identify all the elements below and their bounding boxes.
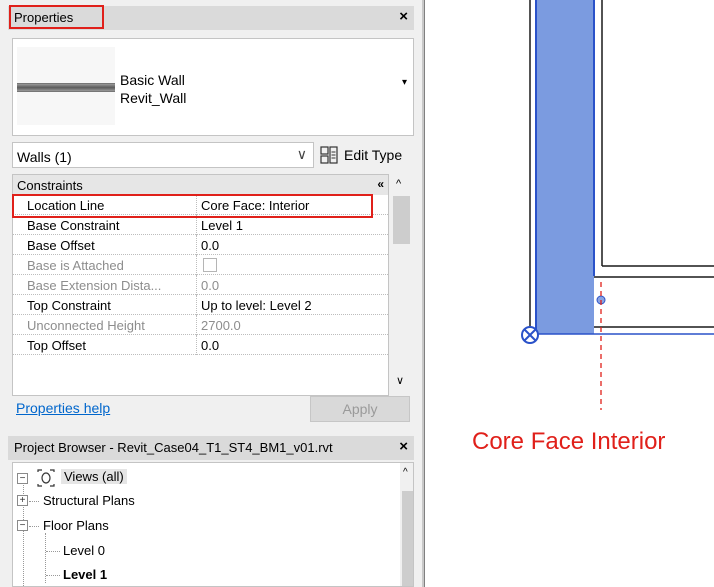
property-row-unconnected-height: Unconnected Height 2700.0 [13, 315, 388, 335]
property-key: Base Extension Dista... [27, 278, 162, 293]
edit-type-icon [320, 146, 338, 164]
scroll-thumb[interactable] [402, 491, 413, 586]
wall-join-marker-icon[interactable] [521, 326, 539, 344]
property-value[interactable]: 0.0 [201, 338, 219, 353]
group-label: Constraints [17, 178, 83, 193]
expand-toggle-icon[interactable]: + [17, 495, 28, 506]
panel-divider-line [424, 0, 425, 587]
tree-item-floor-plans[interactable]: Floor Plans [43, 518, 109, 533]
property-value[interactable]: Up to level: Level 2 [201, 298, 312, 313]
instance-filter-dropdown[interactable]: Walls (1) ∨ [12, 142, 314, 168]
scroll-up-icon[interactable]: ^ [396, 178, 401, 190]
tree-item-views-all[interactable]: Views (all) [61, 469, 127, 484]
tree-item-level-0[interactable]: Level 0 [63, 543, 105, 558]
tree-guide [46, 575, 60, 576]
instance-bar: Walls (1) ∨ Edit Type [12, 140, 414, 168]
property-value[interactable]: 0.0 [201, 238, 219, 253]
property-value: 2700.0 [201, 318, 241, 333]
views-icon [37, 469, 55, 487]
type-selector[interactable]: Basic Wall Revit_Wall ▾ [12, 38, 414, 136]
project-browser-scrollbar[interactable]: ^ [400, 463, 413, 586]
properties-help-link[interactable]: Properties help [16, 400, 110, 416]
wall-preview-band [17, 83, 115, 92]
property-key: Top Offset [27, 338, 87, 353]
apply-button[interactable]: Apply [310, 396, 410, 422]
tree-guide [46, 551, 60, 552]
core-face-caption: Core Face Interior [472, 428, 666, 455]
tree-guide [29, 501, 39, 502]
property-key: Base Constraint [27, 218, 120, 233]
collapse-toggle-icon[interactable]: − [17, 473, 28, 484]
project-browser-titlebar: Project Browser - Revit_Case04_T1_ST4_BM… [8, 436, 414, 460]
type-family: Basic Wall [120, 72, 185, 88]
type-name: Revit_Wall [120, 90, 187, 106]
edit-type-button[interactable]: Edit Type [320, 142, 414, 168]
property-value: 0.0 [201, 278, 220, 293]
property-key: Top Constraint [27, 298, 111, 313]
tree-guide [29, 526, 39, 527]
project-browser-title: Project Browser - Revit_Case04_T1_ST4_BM… [14, 440, 333, 455]
collapse-icon[interactable]: « [377, 177, 384, 191]
tree-item-structural-plans[interactable]: Structural Plans [43, 493, 135, 508]
properties-close-button[interactable]: × [399, 8, 408, 25]
column-divider [196, 235, 197, 255]
column-divider [196, 255, 197, 275]
wall-body[interactable] [536, 0, 594, 334]
property-grid-scrollbar[interactable]: ^ ∨ [389, 174, 414, 396]
edit-type-label: Edit Type [344, 147, 403, 163]
property-row-base-offset[interactable]: Base Offset 0.0 [13, 235, 388, 255]
property-key: Unconnected Height [27, 318, 145, 333]
column-divider [196, 295, 197, 315]
property-row-base-constraint[interactable]: Base Constraint Level 1 [13, 215, 388, 235]
property-key: Base is Attached [27, 258, 124, 273]
base-attached-checkbox [203, 258, 217, 272]
properties-title-highlight [9, 5, 104, 29]
left-panel: Properties × Basic Wall Revit_Wall ▾ Wal… [0, 0, 422, 587]
column-divider [196, 335, 197, 355]
chevron-down-icon[interactable]: ∨ [297, 146, 307, 163]
property-row-base-is-attached: Base is Attached [13, 255, 388, 275]
tree-item-level-1[interactable]: Level 1 [63, 567, 107, 582]
scroll-up-icon[interactable]: ^ [403, 467, 408, 478]
project-browser-tree: − Views (all) + Structural Plans − Floor… [12, 462, 414, 587]
scroll-thumb[interactable] [393, 196, 410, 244]
type-name-label: Basic Wall Revit_Wall [120, 71, 186, 107]
location-line-highlight [12, 194, 373, 218]
collapse-toggle-icon[interactable]: − [17, 520, 28, 531]
property-row-base-extension: Base Extension Dista... 0.0 [13, 275, 388, 295]
wall-type-preview [17, 47, 115, 125]
column-divider [196, 315, 197, 335]
constraints-group-header[interactable]: Constraints « [13, 175, 388, 195]
instance-filter-label: Walls (1) [17, 149, 72, 165]
dropdown-arrow-icon[interactable]: ▾ [402, 77, 407, 88]
drawing-canvas[interactable] [426, 0, 714, 587]
column-divider [196, 215, 197, 235]
scroll-down-icon[interactable]: ∨ [396, 374, 404, 387]
property-value[interactable]: Level 1 [201, 218, 243, 233]
property-key: Base Offset [27, 238, 95, 253]
project-browser-close-button[interactable]: × [399, 438, 408, 455]
property-row-top-constraint[interactable]: Top Constraint Up to level: Level 2 [13, 295, 388, 315]
property-row-top-offset[interactable]: Top Offset 0.0 [13, 335, 388, 355]
column-divider [196, 275, 197, 295]
